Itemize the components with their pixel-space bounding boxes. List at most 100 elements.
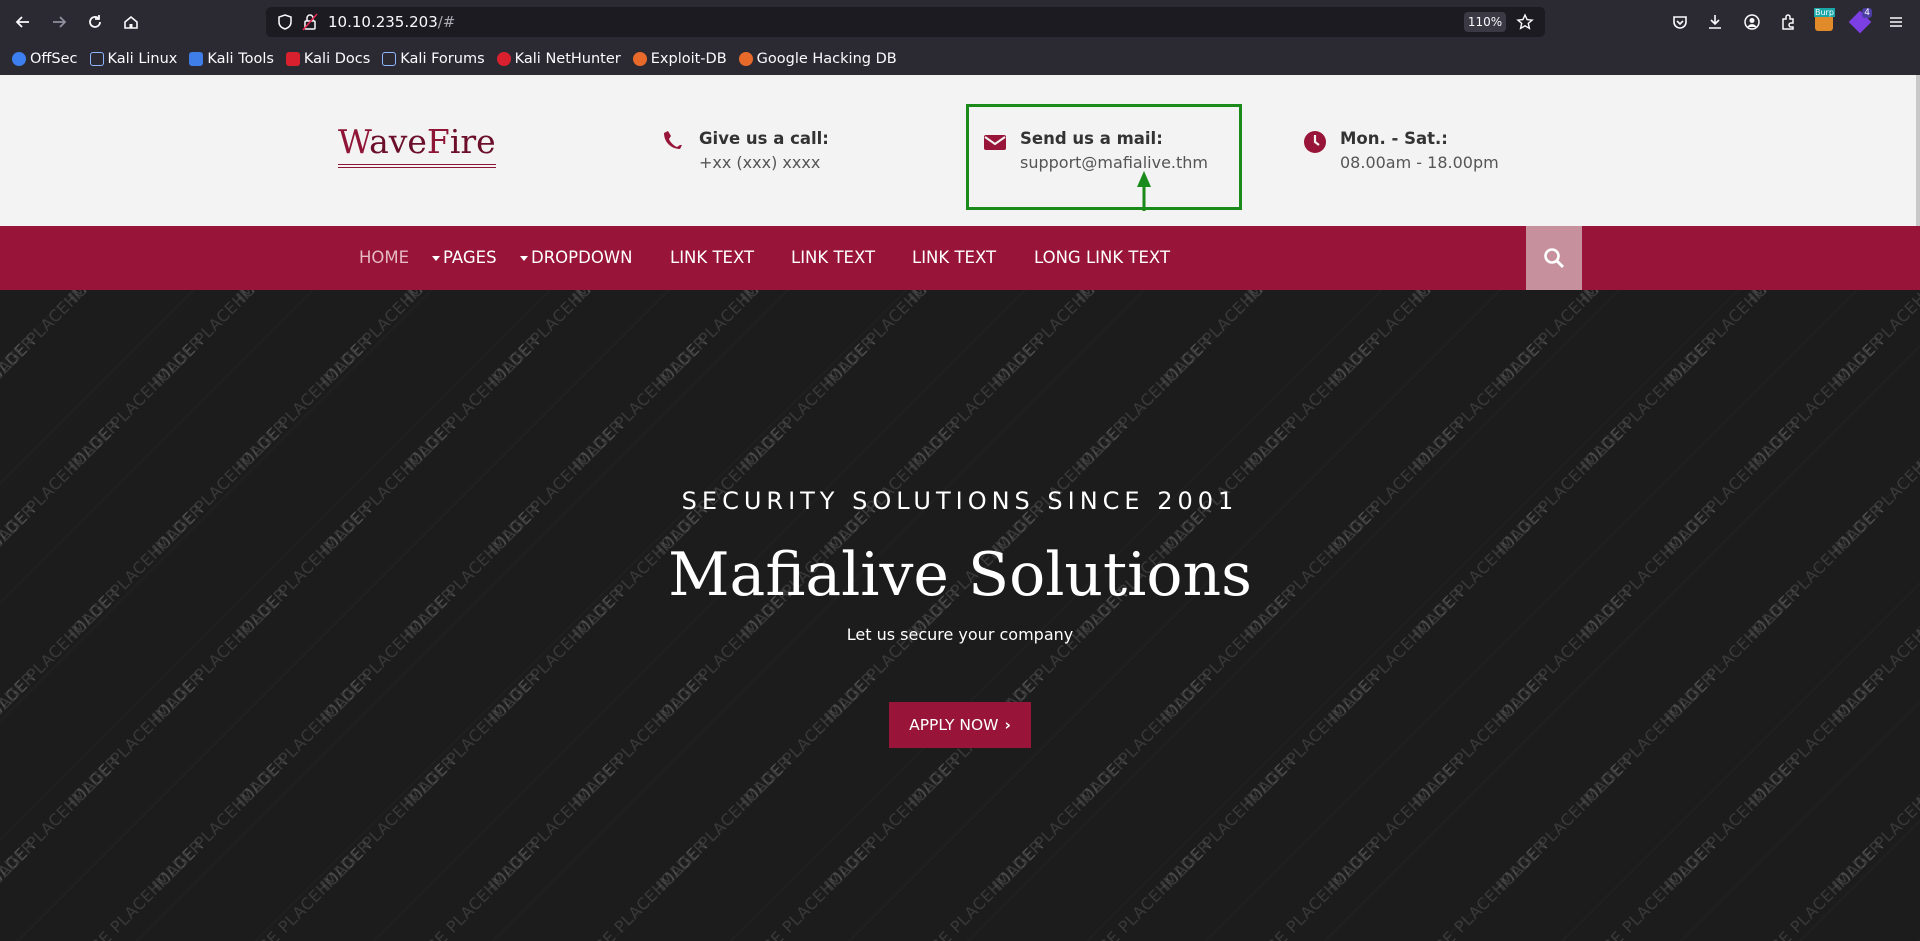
browser-toolbar: 10.10.235.203/# 110% Burp 4: [0, 0, 1920, 43]
nav-long-link[interactable]: LONG LINK TEXT: [1034, 226, 1170, 290]
watermark-text: IMAGE PLACEHOLDER: [64, 835, 208, 941]
url-host: 10.10.235.203: [328, 13, 438, 31]
burp-label: Burp: [1814, 8, 1835, 17]
offsec-icon: [12, 52, 26, 66]
bookmark-kali-docs[interactable]: Kali Docs: [285, 51, 371, 67]
pocket-icon[interactable]: [1668, 10, 1692, 34]
home-icon[interactable]: [119, 10, 143, 34]
watermark-text: IMAGE PLACEHOLDER: [904, 835, 1048, 941]
chevron-right-icon: ›: [1004, 716, 1011, 734]
kali-tools-icon: [189, 52, 204, 66]
extensions-icon[interactable]: [1776, 10, 1800, 34]
caret-down-icon: [520, 256, 528, 261]
bookmark-label: OffSec: [30, 51, 78, 67]
nav-dropdown-label: DROPDOWN: [531, 248, 633, 267]
search-button[interactable]: [1526, 226, 1582, 290]
hero-subtitle: SECURITY SOLUTIONS SINCE 2001: [681, 487, 1239, 515]
contact-hours: Mon. - Sat.: 08.00am - 18.00pm: [1302, 127, 1499, 175]
call-title: Give us a call:: [699, 129, 829, 148]
url-path: /#: [437, 13, 456, 31]
url-bar[interactable]: 10.10.235.203/# 110%: [266, 7, 1545, 37]
bookmark-label: Kali NetHunter: [514, 51, 621, 67]
reload-icon[interactable]: [83, 10, 107, 34]
bookmark-label: Kali Docs: [303, 51, 371, 67]
watermark-text: IMAGE PLACEHOLDER: [1912, 836, 1920, 941]
url-text[interactable]: 10.10.235.203/#: [328, 13, 455, 31]
shield-icon[interactable]: [276, 13, 294, 31]
apply-now-label: APPLY NOW: [909, 716, 999, 734]
watermark-text: IMAGE PLACEHOLDER: [232, 835, 376, 941]
burp-extension-icon[interactable]: Burp: [1812, 8, 1836, 34]
watermark-text: IMAGE PLACEHOLDER: [1240, 835, 1384, 941]
forward-icon[interactable]: [47, 10, 71, 34]
main-nav: HOME PAGES DROPDOWN LINK TEXT LINK TEXT …: [0, 226, 1920, 290]
bookmark-kali-nethunter[interactable]: Kali NetHunter: [496, 51, 621, 67]
bookmark-exploit-db[interactable]: Exploit-DB: [632, 51, 727, 67]
watermark-text: IMAGE PLACEHOLDER: [0, 667, 40, 811]
watermark-text: IMAGE PLACEHOLDER: [0, 290, 39, 307]
bookmark-offsec[interactable]: OffSec: [12, 51, 78, 67]
bookmark-label: Kali Linux: [107, 51, 178, 67]
kali-docs-icon: [285, 52, 300, 66]
apply-now-button[interactable]: APPLY NOW ›: [889, 702, 1031, 748]
watermark-text: IMAGE PLACEHOLDER: [0, 751, 124, 896]
nav-pages[interactable]: PAGES: [432, 226, 497, 290]
site-logo[interactable]: WaveFire: [338, 125, 496, 168]
phone-icon: [664, 131, 682, 149]
nav-link-1[interactable]: LINK TEXT: [670, 226, 754, 290]
kali-dragon-icon: [89, 52, 104, 66]
web-page: WaveFire Give us a call: +xx (xxx) xxxx …: [0, 75, 1920, 941]
call-value: +xx (xxx) xxxx: [699, 153, 821, 172]
annotation-arrow-icon: [1137, 171, 1151, 211]
extension-badge: 4: [1862, 8, 1872, 18]
star-icon[interactable]: [1516, 13, 1534, 31]
back-icon[interactable]: [11, 10, 35, 34]
hero-section: IMAGE PLACEHOLDER IMAGE PLACEHOLDER IMAGE …: [0, 290, 1920, 941]
watermark-text: IMAGE PLACEHOLDER: [400, 835, 544, 941]
watermark-text: IMAGE PLACEHOLDER: [568, 835, 712, 941]
page-scrollbar[interactable]: [1916, 75, 1920, 227]
watermark-text: IMAGE PLACEHOLDER: [1408, 835, 1552, 941]
bookmark-label: Exploit-DB: [650, 51, 727, 67]
bookmarks-bar: OffSec Kali Linux Kali Tools Kali Docs K…: [0, 43, 1920, 75]
nav-pages-label: PAGES: [443, 248, 497, 267]
watermark-text: IMAGE PLACEHOLDER: [1072, 835, 1216, 941]
nav-home[interactable]: HOME: [359, 226, 409, 290]
bookmark-kali-tools[interactable]: Kali Tools: [189, 51, 274, 67]
search-icon: [1544, 248, 1565, 269]
bookmark-kali-linux[interactable]: Kali Linux: [89, 51, 178, 67]
logo-letter-f: F: [426, 122, 450, 161]
nethunter-icon: [496, 52, 511, 66]
caret-down-icon: [432, 256, 440, 261]
ghdb-icon: [738, 52, 753, 66]
contact-call: Give us a call: +xx (xxx) xxxx: [661, 127, 829, 175]
annotation-highlight-box: [966, 104, 1242, 210]
logo-part-ave: ave: [369, 122, 427, 161]
watermark-text: IMAGE PLACEHOLDER: [1576, 835, 1720, 941]
extension-gem-icon[interactable]: 4: [1848, 8, 1872, 34]
bookmark-google-hacking-db[interactable]: Google Hacking DB: [738, 51, 897, 67]
watermark-text: IMAGE PLACEHOLDER: [1744, 835, 1888, 941]
hero-text: Let us secure your company: [846, 625, 1074, 644]
clock-icon: [1304, 131, 1326, 153]
hours-title: Mon. - Sat.:: [1340, 129, 1448, 148]
watermark-text: IMAGE PLACEHOLDER: [736, 835, 880, 941]
account-icon[interactable]: [1740, 10, 1764, 34]
menu-icon[interactable]: [1884, 10, 1908, 34]
nav-link-2[interactable]: LINK TEXT: [791, 226, 875, 290]
nav-link-3[interactable]: LINK TEXT: [912, 226, 996, 290]
lock-icon[interactable]: [302, 13, 318, 31]
hours-value: 08.00am - 18.00pm: [1340, 153, 1499, 172]
nav-dropdown[interactable]: DROPDOWN: [520, 226, 632, 290]
hero-title: Mafialive Solutions: [668, 540, 1252, 610]
download-icon[interactable]: [1703, 10, 1727, 34]
site-header: WaveFire Give us a call: +xx (xxx) xxxx …: [0, 75, 1920, 227]
bookmark-label: Kali Forums: [400, 51, 485, 67]
zoom-indicator[interactable]: 110%: [1464, 12, 1506, 32]
watermark-text: IMAGE PLACEHOLDER: [0, 835, 40, 941]
kali-dragon-icon: [382, 52, 397, 66]
bookmark-label: Google Hacking DB: [756, 51, 897, 67]
bookmark-kali-forums[interactable]: Kali Forums: [382, 51, 485, 67]
bookmark-label: Kali Tools: [207, 51, 274, 67]
logo-letter-w: W: [338, 122, 370, 161]
